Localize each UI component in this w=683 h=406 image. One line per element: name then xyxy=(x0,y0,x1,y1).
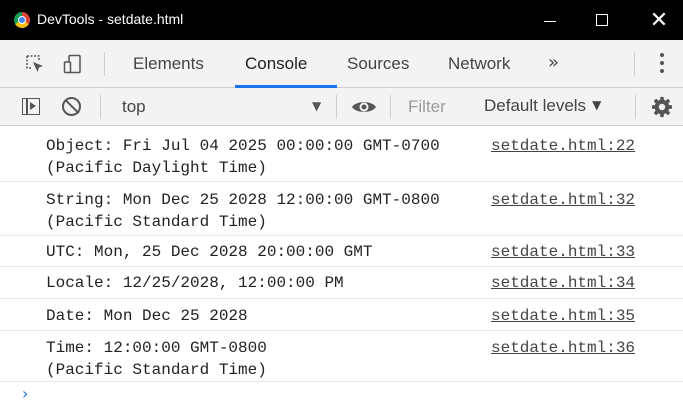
message-text: String: Mon Dec 25 2028 12:00:00 GMT-080… xyxy=(46,191,440,231)
tab-sources[interactable]: Sources xyxy=(347,54,409,74)
log-levels-dropdown[interactable]: Default levels ▼ xyxy=(484,96,601,116)
minimize-icon xyxy=(544,20,556,23)
console-message: Object: Fri Jul 04 2025 00:00:00 GMT-070… xyxy=(0,127,683,182)
message-text: Object: Fri Jul 04 2025 00:00:00 GMT-070… xyxy=(46,137,440,177)
source-link[interactable]: setdate.html:33 xyxy=(491,241,635,263)
console-message: String: Mon Dec 25 2028 12:00:00 GMT-080… xyxy=(0,182,683,236)
context-value: top xyxy=(122,97,146,116)
message-text: Time: 12:00:00 GMT-0800 (Pacific Standar… xyxy=(46,339,267,379)
title-bar: DevTools - setdate.html ✕ xyxy=(0,0,683,40)
console-message: Time: 12:00:00 GMT-0800 (Pacific Standar… xyxy=(0,331,683,382)
message-text: Date: Mon Dec 25 2028 xyxy=(46,307,248,325)
toolbar-divider xyxy=(336,95,337,119)
gear-icon[interactable] xyxy=(651,96,673,118)
console-message: Locale: 12/25/2028, 12:00:00 PM setdate.… xyxy=(0,267,683,299)
console-prompt-icon[interactable]: › xyxy=(22,384,28,403)
source-link[interactable]: setdate.html:35 xyxy=(491,305,635,327)
tab-elements[interactable]: Elements xyxy=(133,54,204,74)
chrome-icon xyxy=(14,12,30,28)
filter-input[interactable] xyxy=(398,94,470,120)
toolbar-divider xyxy=(634,52,635,76)
console-output: Object: Fri Jul 04 2025 00:00:00 GMT-070… xyxy=(0,127,683,406)
tab-console[interactable]: Console xyxy=(245,54,307,74)
more-options-icon[interactable] xyxy=(659,53,665,75)
log-levels-label: Default levels xyxy=(484,96,587,115)
toolbar-divider xyxy=(390,95,391,119)
console-toolbar: top ▼ Default levels ▼ xyxy=(0,88,683,126)
maximize-icon xyxy=(596,14,608,26)
show-sidebar-icon[interactable] xyxy=(22,98,40,115)
console-message: Date: Mon Dec 25 2028 setdate.html:35 xyxy=(0,299,683,331)
maximize-button[interactable] xyxy=(579,0,625,40)
toolbar-divider xyxy=(635,95,636,119)
device-toolbar-icon[interactable] xyxy=(63,54,83,74)
dropdown-arrow-icon: ▼ xyxy=(312,99,322,113)
toolbar-divider xyxy=(100,95,101,119)
more-tabs-icon[interactable]: » xyxy=(548,52,559,73)
source-link[interactable]: setdate.html:36 xyxy=(491,337,635,359)
source-link[interactable]: setdate.html:22 xyxy=(491,135,635,157)
dropdown-arrow-icon: ▼ xyxy=(592,98,602,112)
devtools-tab-bar: Elements Console Sources Network » xyxy=(0,40,683,88)
inspect-element-icon[interactable] xyxy=(25,54,45,74)
minimize-button[interactable] xyxy=(527,0,573,40)
toolbar-divider xyxy=(104,52,105,76)
close-button[interactable]: ✕ xyxy=(636,0,682,40)
message-text: Locale: 12/25/2028, 12:00:00 PM xyxy=(46,274,344,292)
source-link[interactable]: setdate.html:32 xyxy=(491,189,635,211)
live-expression-eye-icon[interactable] xyxy=(351,99,377,115)
clear-console-icon[interactable] xyxy=(62,97,81,116)
execution-context-select[interactable]: top ▼ xyxy=(110,94,336,120)
window-title: DevTools - setdate.html xyxy=(37,11,184,27)
console-message: UTC: Mon, 25 Dec 2028 20:00:00 GMT setda… xyxy=(0,236,683,267)
source-link[interactable]: setdate.html:34 xyxy=(491,272,635,294)
tab-network[interactable]: Network xyxy=(448,54,510,74)
close-icon: ✕ xyxy=(649,7,669,33)
message-text: UTC: Mon, 25 Dec 2028 20:00:00 GMT xyxy=(46,243,373,261)
